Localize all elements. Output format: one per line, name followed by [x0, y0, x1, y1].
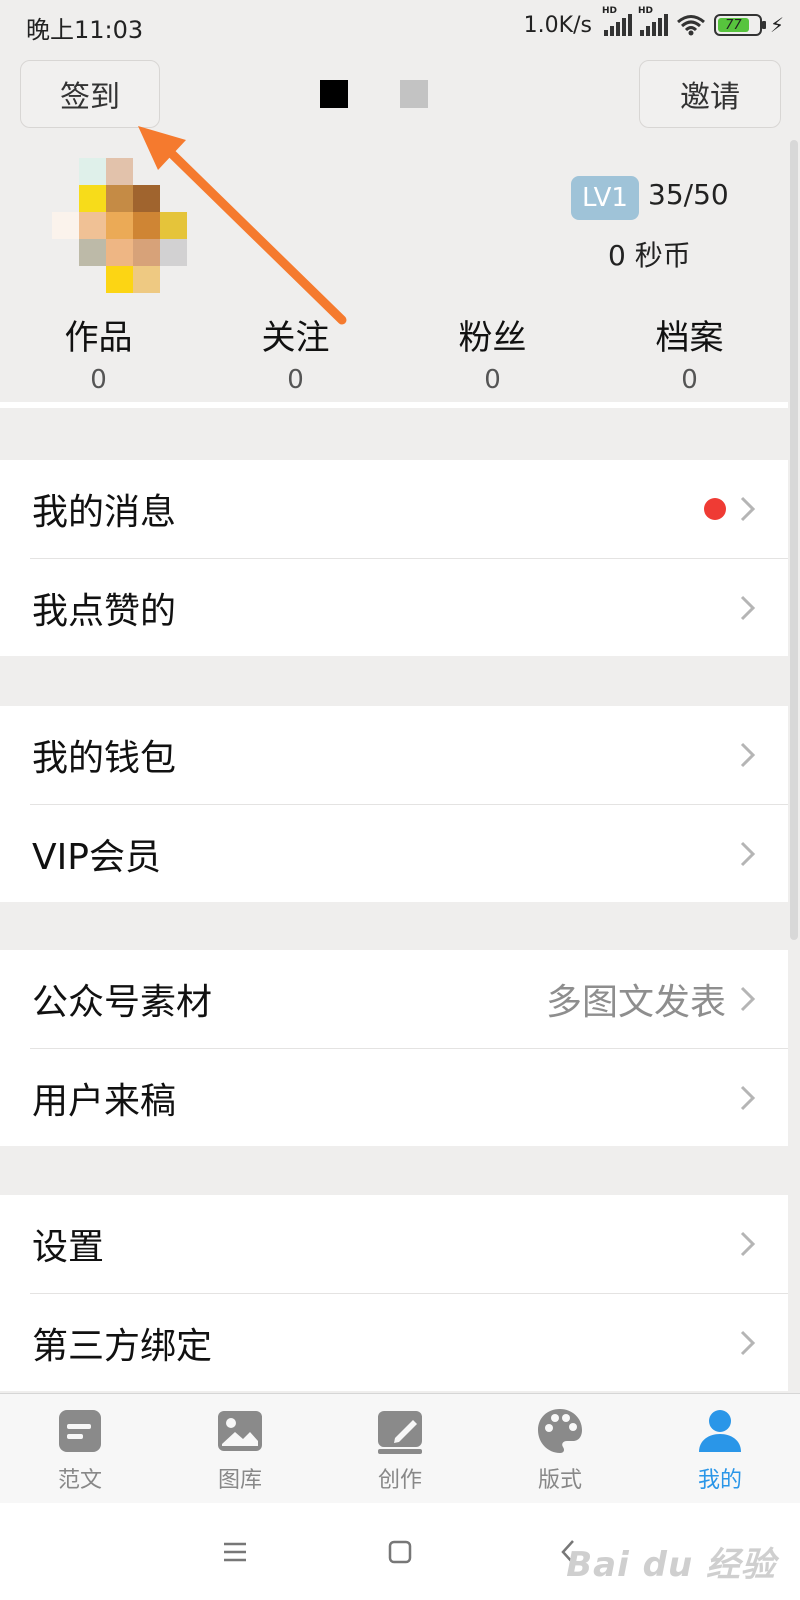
level-badge: LV1 — [571, 176, 639, 220]
user-icon — [699, 1410, 741, 1452]
battery-level: 77 — [717, 18, 749, 33]
tab-articles[interactable]: 范文 — [0, 1394, 160, 1503]
tab-label: 范文 — [57, 1468, 102, 1493]
menu-item-value: 多图文发表 — [545, 982, 726, 1023]
battery-icon: 77 — [713, 14, 766, 36]
scrollbar-thumb[interactable] — [790, 140, 798, 940]
menu-group-settings: 设置 第三方绑定 — [0, 1195, 788, 1391]
profile-stats: 作品 0 关注 0 粉丝 0 档案 0 — [0, 310, 800, 400]
stat-label: 档案 — [655, 318, 724, 358]
tab-me[interactable]: 我的 — [640, 1394, 800, 1503]
chevron-right-icon — [740, 742, 756, 768]
stat-value: 0 — [287, 365, 304, 395]
menu-group-messages: 我的消息 我点赞的 — [0, 460, 788, 656]
article-icon — [59, 1410, 101, 1452]
checkin-button[interactable]: 签到 — [20, 60, 160, 128]
menu-item-label: 我点赞的 — [32, 590, 177, 632]
create-icon — [378, 1411, 422, 1454]
tab-label: 版式 — [537, 1468, 582, 1493]
signal-icon: HD — [602, 6, 632, 36]
stat-label: 粉丝 — [458, 318, 527, 358]
charging-icon: ⚡ — [769, 13, 784, 37]
divider — [0, 402, 788, 408]
stat-value: 0 — [90, 365, 107, 395]
bottom-tab-bar: 范文 图库 创作 版式 我的 — [0, 1393, 800, 1503]
avatar[interactable] — [52, 158, 188, 294]
stat-label: 关注 — [261, 318, 330, 358]
system-nav-bar: Bai du 经验 — [0, 1503, 800, 1600]
status-bar: 晚上11:03 1.0K/s HD HD 77 ⚡ — [0, 0, 800, 50]
signal-icon: HD — [638, 6, 668, 36]
stat-archive[interactable]: 档案 0 — [591, 310, 788, 400]
chevron-right-icon — [740, 1085, 756, 1110]
tab-create[interactable]: 创作 — [320, 1394, 480, 1503]
stat-value: 0 — [681, 365, 698, 395]
menu-item-label: 我的消息 — [32, 492, 177, 533]
menu-item-label: 用户来稿 — [32, 1080, 177, 1122]
chevron-right-icon — [740, 1231, 756, 1257]
menu-item-messages[interactable]: 我的消息 — [0, 460, 788, 558]
chevron-right-icon — [740, 986, 756, 1012]
black-square-marker — [320, 80, 348, 108]
status-time: 晚上11:03 — [26, 16, 144, 44]
menu-item-vip[interactable]: VIP会员 — [30, 804, 788, 902]
level-progress: 35/50 — [648, 178, 729, 211]
tab-label: 图库 — [217, 1468, 262, 1493]
coin-balance: 0 秒币 — [608, 239, 691, 272]
scrollbar[interactable] — [788, 140, 800, 1390]
watermark: Bai du 经验 — [566, 1545, 776, 1585]
menu-item-wechat-material[interactable]: 公众号素材 多图文发表 — [0, 950, 788, 1048]
menu-item-label: 设置 — [32, 1227, 105, 1268]
stat-label: 作品 — [64, 318, 133, 358]
status-indicators: 1.0K/s HD HD 77 ⚡ — [523, 6, 784, 42]
menu-item-wallet[interactable]: 我的钱包 — [0, 706, 788, 804]
menu-item-third-party[interactable]: 第三方绑定 — [30, 1293, 788, 1391]
wifi-icon — [676, 15, 705, 36]
menu-item-label: 第三方绑定 — [32, 1325, 213, 1367]
gallery-icon — [218, 1411, 262, 1451]
stat-works[interactable]: 作品 0 — [0, 310, 197, 400]
menu-group-content: 公众号素材 多图文发表 用户来稿 — [0, 950, 788, 1146]
invite-button[interactable]: 邀请 — [639, 60, 781, 128]
menu-item-liked[interactable]: 我点赞的 — [30, 558, 788, 656]
tab-layout[interactable]: 版式 — [480, 1394, 640, 1503]
notification-dot — [704, 498, 726, 520]
stat-value: 0 — [484, 365, 501, 395]
chevron-right-icon — [740, 841, 756, 866]
menu-group-wallet: 我的钱包 VIP会员 — [0, 706, 788, 902]
menu-item-label: VIP会员 — [32, 836, 161, 878]
chevron-right-icon — [740, 496, 756, 522]
stat-following[interactable]: 关注 0 — [197, 310, 394, 400]
stat-followers[interactable]: 粉丝 0 — [394, 310, 591, 400]
menu-item-label: 我的钱包 — [32, 738, 177, 779]
palette-icon — [538, 1409, 582, 1453]
tab-label: 创作 — [377, 1468, 422, 1493]
chevron-right-icon — [740, 1330, 756, 1355]
menu-item-label: 公众号素材 — [32, 982, 213, 1023]
gray-square-marker — [400, 80, 428, 108]
tab-label: 我的 — [697, 1468, 742, 1493]
menu-item-submissions[interactable]: 用户来稿 — [30, 1048, 788, 1146]
network-speed: 1.0K/s — [523, 12, 592, 38]
home-icon[interactable] — [385, 1537, 415, 1567]
menu-icon[interactable] — [220, 1537, 250, 1567]
chevron-right-icon — [740, 595, 756, 620]
tab-gallery[interactable]: 图库 — [160, 1394, 320, 1503]
menu-item-settings[interactable]: 设置 — [0, 1195, 788, 1293]
